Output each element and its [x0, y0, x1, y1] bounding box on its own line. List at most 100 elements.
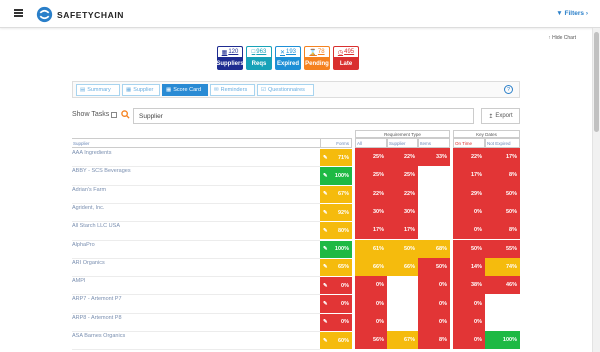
tab-label: Supplier: [133, 87, 154, 93]
forms-cell[interactable]: ✎ 92%: [320, 203, 352, 222]
logo[interactable]: SAFETYCHAIN: [36, 6, 124, 23]
forms-value: 67%: [337, 191, 349, 198]
forms-cell[interactable]: ✎ 60%: [320, 332, 352, 350]
supplier-name-link[interactable]: Agrident, Inc.: [72, 205, 320, 211]
row-divider: [72, 166, 320, 168]
help-icon[interactable]: ?: [504, 85, 513, 94]
forms-cell[interactable]: ✎ 80%: [320, 222, 352, 240]
score-cell-sup: 22%: [387, 148, 418, 167]
badge-count: 120: [228, 49, 239, 55]
menu-icon[interactable]: [14, 9, 23, 17]
forms-value: 0%: [341, 282, 349, 289]
score-cell-items: 0%: [418, 276, 450, 295]
score-cell-all: 56%: [355, 331, 387, 350]
chart-icon: ▤: [80, 87, 86, 93]
supplier-name-link[interactable]: AMPI: [72, 278, 320, 284]
edit-icon: ✎: [323, 154, 328, 161]
tab-reminders[interactable]: ✉ Reminders: [210, 84, 255, 96]
supplier-name-link[interactable]: ARP7 - Artemont P7: [72, 296, 320, 302]
safetychain-logo-icon: [36, 6, 53, 23]
forms-value: 71%: [337, 154, 349, 161]
edit-icon: ✎: [323, 319, 328, 326]
badge-expired[interactable]: ✕ 193 Expired: [275, 46, 301, 70]
header-on-time[interactable]: On Time: [453, 138, 485, 148]
score-cell-nexp: 50%: [485, 184, 520, 203]
score-cell-ont: 50%: [453, 239, 485, 258]
tab-score-card[interactable]: ▦ Score Card: [162, 84, 208, 96]
scrollbar[interactable]: [592, 28, 600, 352]
forms-cell[interactable]: ✎ 65%: [320, 258, 352, 277]
score-cell-nexp: 74%: [485, 257, 520, 277]
forms-cell[interactable]: ✎ 67%: [320, 185, 352, 203]
hide-chart-toggle[interactable]: ↑ Hide Chart: [548, 35, 576, 41]
search-input[interactable]: Supplier: [133, 108, 474, 124]
show-tasks-checkbox[interactable]: [111, 111, 118, 118]
header-all[interactable]: All: [355, 138, 387, 148]
score-cell-nexp: 17%: [485, 148, 520, 167]
score-cell-items: [418, 221, 450, 240]
forms-cell[interactable]: ✎ 100%: [320, 240, 352, 258]
forms-value: 60%: [337, 337, 349, 344]
filter-icon: ▼: [556, 10, 563, 17]
view-tabs: ▤ Summary ▦ Supplier ▦ Score Card ✉ Reminder…: [72, 81, 520, 98]
badge-suppliers[interactable]: ▦ 120 Suppliers: [216, 46, 244, 70]
header-supplier-req[interactable]: Supplier: [387, 138, 418, 148]
header-supplier[interactable]: Supplier: [72, 138, 320, 148]
score-cell-all: 25%: [355, 148, 387, 167]
score-cell-all: 0%: [355, 312, 387, 331]
score-cell-items: 8%: [418, 331, 450, 350]
badge-reqs[interactable]: □ 963 Reqs: [246, 46, 272, 70]
forms-cell[interactable]: ✎ 0%: [320, 277, 352, 295]
forms-cell[interactable]: ✎ 0%: [320, 313, 352, 331]
score-cell-ont: 22%: [453, 148, 485, 167]
forms-cell[interactable]: ✎ 100%: [320, 167, 352, 185]
tab-supplier[interactable]: ▦ Supplier: [122, 84, 160, 96]
export-button[interactable]: ↥ Export: [481, 108, 520, 124]
scrollbar-thumb[interactable]: [594, 32, 599, 132]
badge-count: 193: [286, 49, 297, 55]
score-cell-sup: [387, 276, 418, 295]
score-cell-sup: 30%: [387, 202, 418, 222]
filters-button[interactable]: ▼ Filters ›: [556, 10, 588, 17]
supplier-name-link[interactable]: ABBY - SCS Beverages: [72, 168, 320, 174]
show-tasks-toggle[interactable]: Show Tasks: [72, 111, 118, 118]
supplier-name-link[interactable]: AlphaPro: [72, 242, 320, 248]
row-divider: [72, 276, 320, 278]
score-cell-sup: [387, 294, 418, 313]
score-cell-ont: 38%: [453, 276, 485, 295]
forms-value: 0%: [341, 319, 349, 326]
badge-pending[interactable]: ⌛ 78 Pending: [304, 46, 330, 70]
header-forms[interactable]: Forms: [320, 138, 352, 148]
forms-cell[interactable]: ✎ 0%: [320, 295, 352, 313]
score-cell-ont: 0%: [453, 294, 485, 313]
tab-questionnaires[interactable]: ☑ Questionnaires: [257, 84, 314, 96]
supplier-name-link[interactable]: ASA Barnes Organics: [72, 333, 320, 339]
row-divider: [72, 331, 320, 332]
supplier-name-link[interactable]: AAA Ingredients: [72, 150, 320, 156]
supplier-name-link[interactable]: Adrian's Farm: [72, 187, 320, 193]
score-cell-ont: 17%: [453, 166, 485, 185]
score-cell-all: 66%: [355, 257, 387, 277]
score-cell-nexp: 8%: [485, 221, 520, 240]
supplier-name-link[interactable]: All Starch LLC USA: [72, 223, 320, 229]
tab-label: Reminders: [220, 87, 248, 93]
tab-summary[interactable]: ▤ Summary: [76, 84, 120, 96]
score-cell-sup: [387, 312, 418, 331]
export-label: Export: [495, 113, 513, 119]
supplier-name-link[interactable]: ARI Organics: [72, 260, 320, 266]
doc-icon: □: [251, 49, 256, 55]
badge-label: Reqs: [246, 57, 272, 70]
header-not-expired[interactable]: Not Expired: [485, 138, 520, 148]
edit-icon: ✎: [323, 264, 328, 271]
chevron-right-icon: ›: [585, 10, 588, 17]
score-cell-ont: 0%: [453, 312, 485, 331]
score-cell-ont: 0%: [453, 331, 485, 350]
badge-late[interactable]: ◷ 495 Late: [333, 46, 359, 70]
forms-value: 100%: [334, 246, 349, 253]
score-cell-nexp: 50%: [485, 202, 520, 222]
forms-cell[interactable]: ✎ 71%: [320, 149, 352, 167]
score-cell-sup: 25%: [387, 166, 418, 185]
header-items[interactable]: Items: [418, 138, 450, 148]
score-cell-sup: 22%: [387, 184, 418, 203]
supplier-name-link[interactable]: ARP8 - Artemont P8: [72, 315, 320, 321]
